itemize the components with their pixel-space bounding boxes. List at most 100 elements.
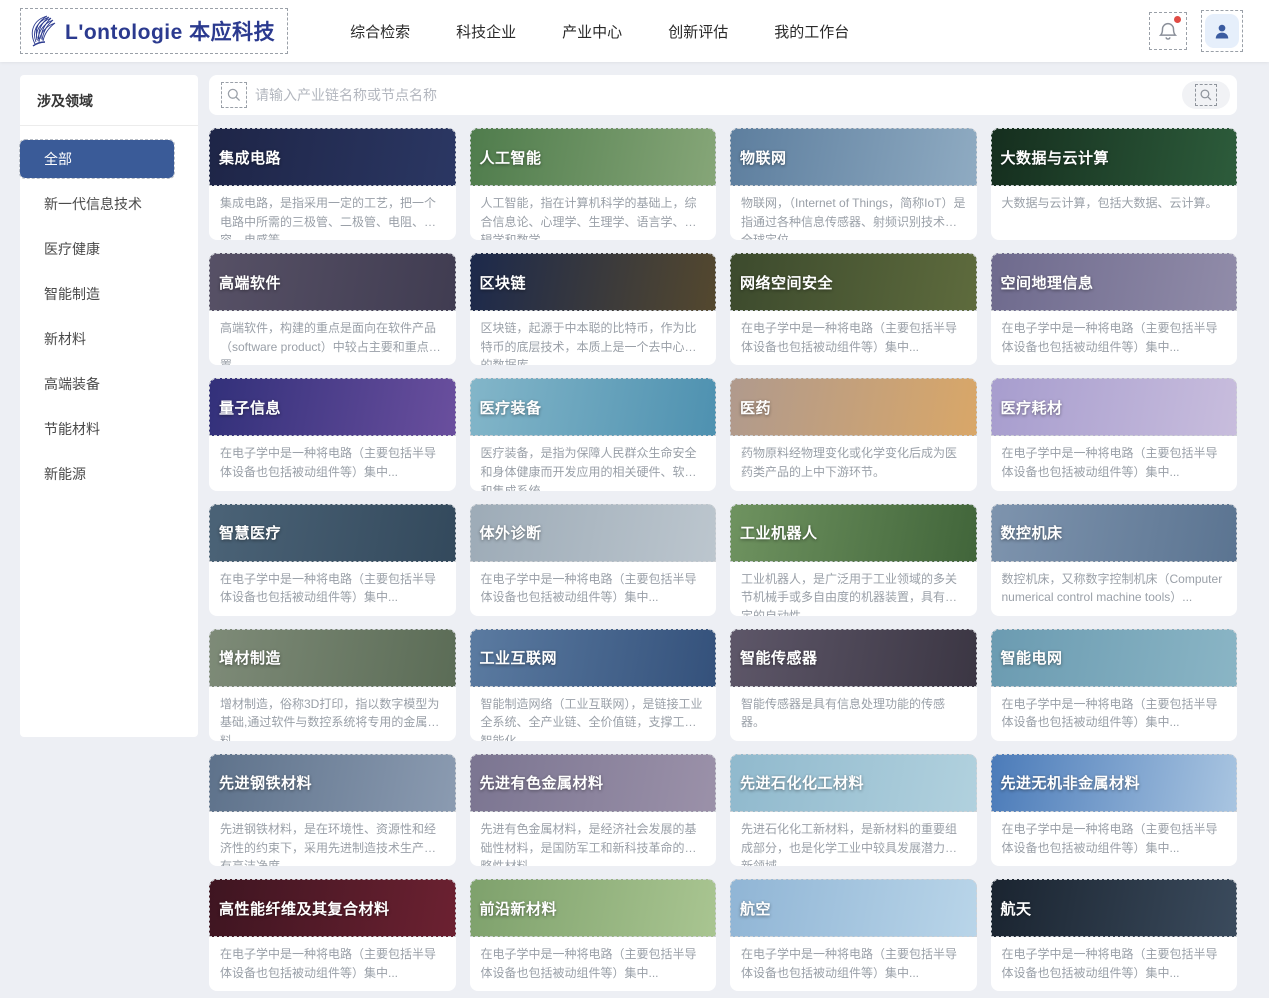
industry-card[interactable]: 工业机器人 工业机器人，是广泛用于工业领域的多关节机械手或多自由度的机器装置，具… [730,504,977,616]
industry-card[interactable]: 医疗耗材 在电子学中是一种将电路（主要包括半导体设备也包括被动组件等）集中... [991,378,1238,490]
card-banner-image: 量子信息 [209,378,456,436]
card-title: 量子信息 [209,397,281,418]
industry-card[interactable]: 物联网 物联网，（Internet of Things，简称IoT）是指通过各种… [730,128,977,240]
card-title: 集成电路 [209,147,281,168]
industry-card[interactable]: 大数据与云计算 大数据与云计算，包括大数据、云计算。 [991,128,1238,240]
industry-card[interactable]: 体外诊断 在电子学中是一种将电路（主要包括半导体设备也包括被动组件等）集中... [470,504,717,616]
card-description: 区块链，起源于中本聪的比特币，作为比特币的底层技术，本质上是一个去中心化的数据库… [470,311,717,365]
search-button[interactable] [1182,81,1230,109]
card-description: 数控机床，又称数字控制机床（Computer numerical control… [991,562,1238,616]
industry-card[interactable]: 智慧医疗 在电子学中是一种将电路（主要包括半导体设备也包括被动组件等）集中... [209,504,456,616]
card-banner-image: 智能传感器 [730,629,977,687]
notification-bell-button[interactable] [1149,12,1187,50]
card-banner-image: 区块链 [470,253,717,311]
card-title: 先进有色金属材料 [470,772,604,793]
user-avatar-button[interactable] [1201,10,1243,52]
nav-item[interactable]: 我的工作台 [774,21,849,42]
sidebar-item[interactable]: 节能材料 [20,406,198,451]
card-banner-image: 先进有色金属材料 [470,754,717,812]
sidebar-item[interactable]: 新能源 [20,451,198,496]
card-banner-image: 工业机器人 [730,504,977,562]
card-title: 人工智能 [470,147,542,168]
card-description: 在电子学中是一种将电路（主要包括半导体设备也包括被动组件等）集中... [209,562,456,616]
industry-card[interactable]: 增材制造 增材制造，俗称3D打印，指以数字模型为基础,通过软件与数控系统将专用的… [209,629,456,741]
card-banner-image: 增材制造 [209,629,456,687]
sidebar-item[interactable]: 智能制造 [20,271,198,316]
logo-feather-icon [27,14,59,48]
card-description: 在电子学中是一种将电路（主要包括半导体设备也包括被动组件等）集中... [730,311,977,365]
card-title: 智能传感器 [730,647,818,668]
sidebar-item[interactable]: 新材料 [20,316,198,361]
card-description: 在电子学中是一种将电路（主要包括半导体设备也包括被动组件等）集中... [991,311,1238,365]
card-title: 医疗耗材 [991,397,1063,418]
industry-card[interactable]: 集成电路 集成电路，是指采用一定的工艺，把一个电路中所需的三极管、二极管、电阻、… [209,128,456,240]
card-description: 工业机器人，是广泛用于工业领域的多关节机械手或多自由度的机器装置，具有一定的自动… [730,562,977,616]
card-title: 网络空间安全 [730,272,833,293]
card-banner-image: 工业互联网 [470,629,717,687]
search-icon [226,87,242,103]
industry-card[interactable]: 数控机床 数控机床，又称数字控制机床（Computer numerical co… [991,504,1238,616]
card-description: 在电子学中是一种将电路（主要包括半导体设备也包括被动组件等）集中... [470,937,717,991]
card-banner-image: 网络空间安全 [730,253,977,311]
search-icon [1199,88,1213,102]
sidebar-item[interactable]: 医疗健康 [20,226,198,271]
card-banner-image: 空间地理信息 [991,253,1238,311]
logo[interactable]: L'ontologie 本应科技 [20,8,288,54]
card-title: 体外诊断 [470,522,542,543]
industry-card[interactable]: 人工智能 人工智能，指在计算机科学的基础上，综合信息论、心理学、生理学、语言学、… [470,128,717,240]
card-description: 增材制造，俗称3D打印，指以数字模型为基础,通过软件与数控系统将专用的金属材料.… [209,687,456,741]
card-banner-image: 医疗装备 [470,378,717,436]
sidebar-list: 全部 新一代信息技术 医疗健康 智能制造 新材料 高端装备 节能材料 新能源 [20,126,198,496]
industry-card[interactable]: 先进有色金属材料 先进有色金属材料，是经济社会发展的基础性材料，是国防军工和新科… [470,754,717,866]
search-input[interactable] [255,87,1182,103]
main-nav: 综合检索 科技企业 产业中心 创新评估 我的工作台 [350,21,849,42]
industry-card[interactable]: 先进无机非金属材料 在电子学中是一种将电路（主要包括半导体设备也包括被动组件等）… [991,754,1238,866]
sidebar-item[interactable]: 高端装备 [20,361,198,406]
card-description: 在电子学中是一种将电路（主要包括半导体设备也包括被动组件等）集中... [991,436,1238,490]
industry-card[interactable]: 航空 在电子学中是一种将电路（主要包括半导体设备也包括被动组件等）集中... [730,879,977,991]
industry-card[interactable]: 区块链 区块链，起源于中本聪的比特币，作为比特币的底层技术，本质上是一个去中心化… [470,253,717,365]
notification-badge [1174,16,1181,23]
card-banner-image: 智慧医疗 [209,504,456,562]
card-banner-image: 高端软件 [209,253,456,311]
industry-card[interactable]: 智能传感器 智能传感器是具有信息处理功能的传感器。 [730,629,977,741]
industry-card[interactable]: 医疗装备 医疗装备，是指为保障人民群众生命安全和身体健康而开发应用的相关硬件、软… [470,378,717,490]
sidebar-title: 涉及领域 [20,91,198,126]
industry-card[interactable]: 工业互联网 智能制造网络（工业互联网），是链接工业全系统、全产业链、全价值链，支… [470,629,717,741]
card-title: 医药 [730,397,771,418]
card-banner-image: 人工智能 [470,128,717,186]
card-banner-image: 先进石化化工材料 [730,754,977,812]
card-description: 智能传感器是具有信息处理功能的传感器。 [730,687,977,741]
nav-item[interactable]: 科技企业 [456,21,516,42]
industry-card[interactable]: 网络空间安全 在电子学中是一种将电路（主要包括半导体设备也包括被动组件等）集中.… [730,253,977,365]
card-title: 大数据与云计算 [991,147,1110,168]
card-description: 在电子学中是一种将电路（主要包括半导体设备也包括被动组件等）集中... [209,937,456,991]
nav-item[interactable]: 创新评估 [668,21,728,42]
industry-card[interactable]: 航天 在电子学中是一种将电路（主要包括半导体设备也包括被动组件等）集中... [991,879,1238,991]
card-title: 先进无机非金属材料 [991,772,1141,793]
search-bar [209,75,1237,115]
card-description: 智能制造网络（工业互联网），是链接工业全系统、全产业链、全价值链，支撑工业智能化… [470,687,717,741]
sidebar-item-selected[interactable]: 全部 [20,140,174,178]
industry-card[interactable]: 高端软件 高端软件，构建的重点是面向在软件产品（software product… [209,253,456,365]
industry-card[interactable]: 医药 药物原料经物理变化或化学变化后成为医药类产品的上中下游环节。 [730,378,977,490]
card-description: 人工智能，指在计算机科学的基础上，综合信息论、心理学、生理学、语言学、逻辑学和数… [470,186,717,240]
card-title: 先进石化化工材料 [730,772,864,793]
industry-card[interactable]: 智能电网 在电子学中是一种将电路（主要包括半导体设备也包括被动组件等）集中... [991,629,1238,741]
nav-item[interactable]: 产业中心 [562,21,622,42]
nav-item[interactable]: 综合检索 [350,21,410,42]
industry-card[interactable]: 量子信息 在电子学中是一种将电路（主要包括半导体设备也包括被动组件等）集中... [209,378,456,490]
card-description: 在电子学中是一种将电路（主要包括半导体设备也包括被动组件等）集中... [991,812,1238,866]
industry-card[interactable]: 先进石化化工材料 先进石化化工新材料，是新材料的重要组成部分，也是化学工业中较具… [730,754,977,866]
industry-card[interactable]: 先进钢铁材料 先进钢铁材料，是在环境性、资源性和经济性的约束下，采用先进制造技术… [209,754,456,866]
industry-card[interactable]: 空间地理信息 在电子学中是一种将电路（主要包括半导体设备也包括被动组件等）集中.… [991,253,1238,365]
card-title: 数控机床 [991,522,1063,543]
card-title: 物联网 [730,147,787,168]
card-description: 先进有色金属材料，是经济社会发展的基础性材料，是国防军工和新科技革命的战略性材料… [470,812,717,866]
search-button-icon-box [1195,84,1217,106]
card-title: 前沿新材料 [470,898,558,919]
card-description: 在电子学中是一种将电路（主要包括半导体设备也包括被动组件等）集中... [730,937,977,991]
industry-card[interactable]: 高性能纤维及其复合材料 在电子学中是一种将电路（主要包括半导体设备也包括被动组件… [209,879,456,991]
industry-card[interactable]: 前沿新材料 在电子学中是一种将电路（主要包括半导体设备也包括被动组件等）集中..… [470,879,717,991]
sidebar-item[interactable]: 新一代信息技术 [20,181,198,226]
